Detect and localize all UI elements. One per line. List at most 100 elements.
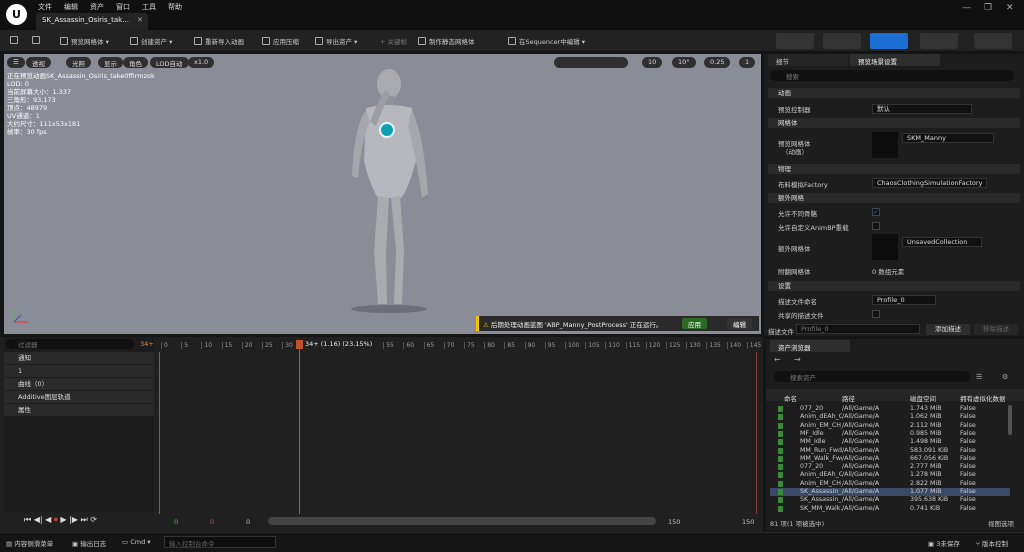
viewport-menu-icon[interactable]: ☰	[7, 57, 25, 68]
record-icon[interactable]: ⏺	[54, 515, 58, 524]
document-tab[interactable]: SK_Assassin_Osiris_tak... ✕	[36, 13, 148, 30]
preview-controller-dropdown[interactable]: 默认	[872, 104, 972, 114]
table-row[interactable]: Anim_dEAh_CO/All/Game/A 1.278 MiB False	[770, 471, 1010, 479]
menu-file[interactable]: 文件	[38, 2, 52, 12]
minimize-icon[interactable]: —	[962, 3, 971, 13]
remove-profile-button[interactable]: 移除描述	[974, 324, 1018, 335]
animation-mode-button[interactable]	[870, 33, 908, 49]
col-name[interactable]: 命名	[784, 393, 797, 403]
close-tab-icon[interactable]: ✕	[137, 16, 143, 24]
source-control-button[interactable]: ⑂ 版本控制	[976, 538, 1008, 548]
view-start[interactable]: 0	[246, 518, 250, 526]
table-row[interactable]: 077_20/All/Game/A 2.777 MiB False	[770, 463, 1010, 471]
profile-name-input[interactable]: Profile_0	[872, 295, 936, 305]
view-options-button[interactable]: 视图选项	[988, 518, 1014, 528]
table-row[interactable]: MF_Idle/All/Game/A 0.985 MiB False	[770, 430, 1010, 438]
create-asset-button[interactable]: 创建资产 ▾	[130, 36, 172, 46]
output-log-button[interactable]: ▣ 输出日志	[72, 538, 106, 548]
section-mesh[interactable]: 网格体	[768, 118, 1020, 128]
section-animation[interactable]: 动画	[768, 88, 1020, 98]
section-settings[interactable]: 设置	[768, 281, 1020, 291]
track-filter-input[interactable]: 过滤器	[6, 339, 134, 349]
col-disk[interactable]: 磁盘空间	[910, 393, 936, 403]
menu-tools[interactable]: 工具	[142, 2, 156, 12]
table-row[interactable]: SK_MM_Walk.../All/Game/A 0.741 KiB False	[770, 505, 1010, 513]
menu-edit[interactable]: 编辑	[64, 2, 78, 12]
lit-button[interactable]: 光照	[66, 57, 91, 68]
table-row[interactable]: MM_Run_Fwd/All/Game/A 583.091 KiB False	[770, 447, 1010, 455]
table-row[interactable]: 077_20/All/Game/A 1.743 MiB False	[770, 405, 1010, 413]
table-row[interactable]: Anim_dEAh_CO/All/Game/A 1.062 MiB False	[770, 413, 1010, 421]
to-end-icon[interactable]: ⏭	[81, 515, 88, 524]
blueprint-mode-button[interactable]	[920, 33, 958, 49]
track-notify-1[interactable]: 1	[4, 365, 154, 377]
profile-dropdown[interactable]: Profile_0	[796, 324, 920, 334]
mesh-mode-button[interactable]	[823, 33, 861, 49]
extra-mesh-dropdown[interactable]: UnsavedCollection	[902, 237, 982, 247]
shared-profile-checkbox[interactable]	[872, 310, 880, 318]
export-asset-button[interactable]: 导出资产 ▾	[315, 36, 357, 46]
loop-icon[interactable]: ⟳	[90, 515, 97, 524]
show-button[interactable]: 显示	[98, 57, 123, 68]
scale-snap-button[interactable]: 0.25	[704, 57, 731, 68]
apply-compression-button[interactable]: 应用压缩	[262, 36, 299, 46]
view-end[interactable]: 150	[668, 518, 680, 526]
skeleton-mode-button[interactable]	[776, 33, 814, 49]
prev-frame-icon[interactable]: ◀|	[34, 515, 43, 524]
sequencer-edit-button[interactable]: 在Sequencer中编辑 ▾	[508, 36, 585, 46]
timeline-ruler[interactable]: 0510152025303540455055606570758085909510…	[157, 340, 763, 352]
add-profile-button[interactable]: 添加描述	[926, 324, 970, 335]
cloth-factory-dropdown[interactable]: ChaosClothingSimulationFactory	[872, 178, 987, 188]
preview-mesh-button[interactable]: 预览网格体 ▾	[60, 36, 109, 46]
close-window-icon[interactable]: ✕	[1006, 3, 1014, 13]
asset-search-input[interactable]: 搜索资产	[774, 371, 970, 382]
table-row[interactable]: MM_Idle/All/Game/A 1.498 MiB False	[770, 438, 1010, 446]
apply-button[interactable]: 应用	[682, 318, 707, 329]
view-end-2[interactable]: 150	[742, 518, 754, 526]
section-physics[interactable]: 物理	[768, 164, 1020, 174]
col-path[interactable]: 路径	[842, 393, 855, 403]
asset-scrollbar[interactable]	[1008, 405, 1012, 435]
lod-button[interactable]: LOD自动	[150, 57, 189, 68]
timeline-scrollbar[interactable]	[268, 517, 656, 525]
allow-diff-bones-checkbox[interactable]: ✓	[872, 208, 880, 216]
filter-icon[interactable]: ☰	[976, 373, 982, 381]
mesh-thumbnail[interactable]	[872, 132, 898, 158]
collection-thumbnail[interactable]	[872, 234, 898, 260]
edit-button[interactable]: 编辑	[727, 318, 752, 329]
tab-asset-browser[interactable]: 资产浏览器	[770, 340, 850, 352]
physics-mode-button[interactable]	[974, 33, 1012, 49]
table-row[interactable]: Anim_EM_CH_01/All/Game/A 2.112 MiB False	[770, 422, 1010, 430]
make-static-mesh-button[interactable]: 制作静态网格体	[418, 36, 475, 46]
track-notifies[interactable]: 通知	[4, 352, 154, 364]
browse-icon[interactable]	[32, 36, 43, 45]
playhead-handle[interactable]	[296, 340, 303, 349]
cmd-dropdown[interactable]: ▭ Cmd ▾	[122, 538, 151, 546]
section-extra-mesh[interactable]: 额外网格	[768, 193, 1020, 203]
unsaved-button[interactable]: ▣ 3未保存	[928, 538, 960, 548]
menu-asset[interactable]: 资产	[90, 2, 104, 12]
transform-tools[interactable]	[554, 57, 628, 68]
reimport-button[interactable]: 重新导入动画	[194, 36, 244, 46]
allow-custom-bp-checkbox[interactable]	[872, 222, 880, 230]
unreal-logo[interactable]: U	[6, 4, 27, 25]
key-button[interactable]: + 关键帧	[380, 36, 407, 46]
table-row[interactable]: SK_Assassin_Osiris_1/All/Game/A 395.638 K…	[770, 496, 1010, 504]
track-attributes[interactable]: 属性	[4, 404, 154, 416]
menu-help[interactable]: 帮助	[168, 2, 182, 12]
viewport[interactable]: ☰ 透视 光照 显示 角色 LOD自动 x1.0 10 10° 0.25 1 正…	[4, 54, 761, 334]
forward-icon[interactable]: →	[794, 355, 801, 364]
playback-speed-button[interactable]: x1.0	[188, 57, 215, 68]
angle-snap-button[interactable]: 10°	[672, 57, 696, 68]
next-frame-icon[interactable]: |▶	[69, 515, 78, 524]
maximize-icon[interactable]: ❐	[984, 3, 992, 13]
console-input[interactable]: 输入控制台命令	[164, 536, 276, 548]
menu-window[interactable]: 窗口	[116, 2, 130, 12]
preview-mesh-dropdown[interactable]: SKM_Manny	[902, 133, 994, 143]
table-row[interactable]: Anim_EM_CH_01/All/Game/A 2.822 MiB False	[770, 480, 1010, 488]
camera-speed-button[interactable]: 1	[739, 57, 756, 68]
save-icon[interactable]	[10, 36, 21, 45]
table-row[interactable]: MM_Walk_Fwd/All/Game/A 667.056 KiB False	[770, 455, 1010, 463]
settings-icon[interactable]: ⚙	[1002, 373, 1008, 381]
track-additive[interactable]: Additive图层轨道	[4, 391, 154, 403]
